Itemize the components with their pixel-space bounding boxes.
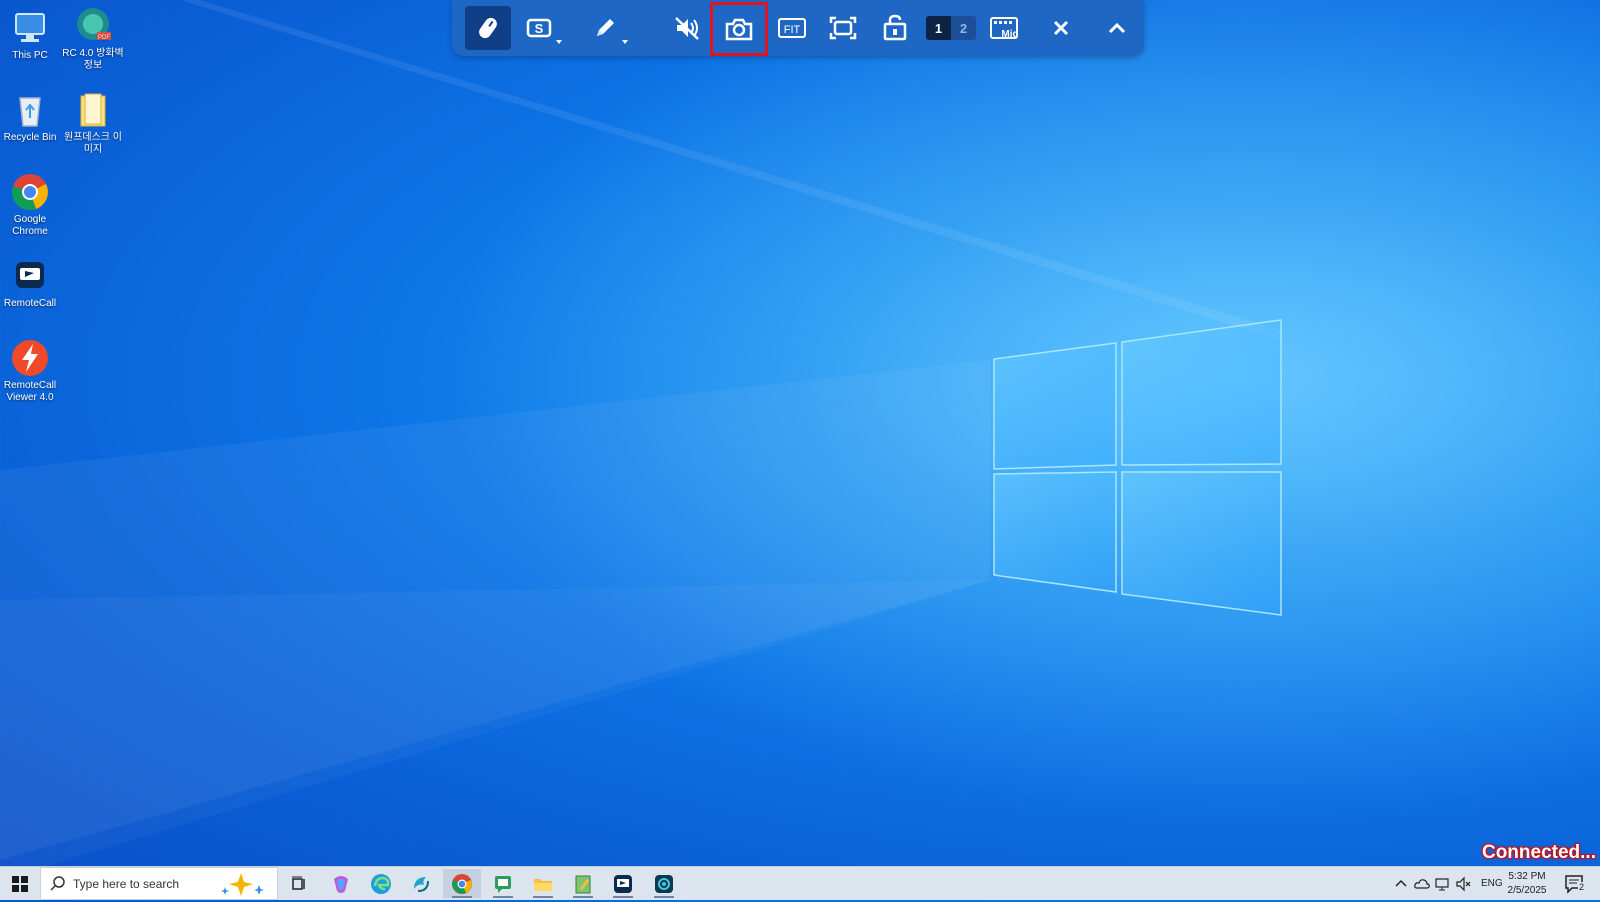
chat-app-icon bbox=[495, 875, 511, 893]
volume-muted-icon[interactable] bbox=[1455, 875, 1473, 893]
desktop-icon-label: RemoteCall Viewer 4.0 bbox=[3, 380, 57, 403]
taskbar-search-box[interactable]: Type here to search bbox=[40, 867, 278, 900]
folder-icon bbox=[73, 90, 113, 130]
notification-icon bbox=[1565, 875, 1583, 894]
screenshot-capture-button[interactable] bbox=[710, 2, 768, 56]
keyboard-mode-button[interactable]: Mid bbox=[982, 6, 1028, 50]
pen-icon bbox=[597, 19, 614, 36]
taskbar-app-chrome[interactable] bbox=[443, 869, 481, 898]
chevron-up-icon bbox=[1108, 22, 1126, 34]
remotecall-icon bbox=[10, 256, 50, 296]
remote-toolbar: S FIT 1 2 Mid bbox=[452, 0, 1144, 56]
mouse-control-button[interactable] bbox=[465, 6, 511, 50]
copilot-sparkle-icon bbox=[221, 873, 264, 896]
fit-icon: FIT bbox=[778, 18, 806, 38]
chrome-icon bbox=[452, 873, 472, 894]
remotecall-icon bbox=[614, 874, 632, 893]
dropdown-caret-icon bbox=[556, 40, 562, 44]
desktop-icon-recycle-bin[interactable]: Recycle Bin bbox=[0, 90, 62, 144]
desktop-icon-rc-pdf[interactable]: PDF RC 4.0 방화벽 정보 bbox=[61, 6, 125, 72]
fullscreen-icon bbox=[829, 16, 857, 40]
close-icon bbox=[1053, 20, 1069, 36]
taskbar-app-remotecall[interactable] bbox=[604, 869, 642, 898]
taskbar-app-edge[interactable] bbox=[362, 869, 400, 898]
close-session-button[interactable] bbox=[1038, 6, 1084, 50]
keyboard-s-icon: S bbox=[526, 18, 552, 38]
notification-center-button[interactable]: 2 bbox=[1562, 871, 1590, 897]
desktop-icon-label: 원프데스크 이미지 bbox=[64, 132, 122, 155]
keyboard-shortcut-button[interactable]: S bbox=[516, 6, 562, 50]
collapse-toolbar-button[interactable] bbox=[1094, 6, 1140, 50]
speaker-muted-icon bbox=[675, 17, 699, 40]
swirl-app-icon bbox=[414, 876, 429, 892]
windows-start-icon bbox=[12, 875, 28, 892]
keyboard-mode-label: Mid bbox=[1001, 29, 1018, 40]
monitor-1-option[interactable]: 1 bbox=[926, 16, 951, 40]
onedrive-cloud-icon[interactable] bbox=[1413, 875, 1431, 893]
svg-text:S: S bbox=[535, 21, 544, 36]
svg-text:PDF: PDF bbox=[98, 35, 110, 41]
taskbar-app-chat[interactable] bbox=[484, 869, 522, 898]
network-icon[interactable] bbox=[1434, 875, 1452, 893]
search-placeholder: Type here to search bbox=[73, 877, 180, 891]
clock-time: 5:32 PM bbox=[1508, 871, 1546, 882]
pdf-file-icon: PDF bbox=[73, 6, 113, 46]
desktop-icon-chrome[interactable]: Google Chrome bbox=[0, 172, 62, 238]
draw-pen-button[interactable] bbox=[582, 6, 628, 50]
taskbar-app-file-explorer[interactable] bbox=[524, 869, 562, 898]
lock-input-button[interactable] bbox=[872, 6, 918, 50]
camera-icon bbox=[725, 18, 753, 41]
notepad-icon bbox=[575, 875, 591, 893]
sound-mute-button[interactable] bbox=[664, 6, 710, 50]
taskbar-app-remotecall-agent[interactable] bbox=[402, 869, 440, 898]
search-icon bbox=[50, 876, 65, 891]
desktop-icon-label: RC 4.0 방화벽 정보 bbox=[62, 48, 124, 71]
chrome-icon bbox=[10, 172, 50, 212]
keyboard-icon: Mid bbox=[990, 17, 1019, 40]
clock-date: 2/5/2025 bbox=[1507, 885, 1547, 896]
taskbar-app-remotecall-viewer[interactable] bbox=[645, 869, 683, 898]
taskbar-clock[interactable]: 5:32 PM 2/5/2025 bbox=[1496, 870, 1558, 898]
desktop-icon-remotecall[interactable]: RemoteCall bbox=[0, 256, 62, 310]
fit-label: FIT bbox=[784, 24, 801, 36]
start-button[interactable] bbox=[0, 867, 40, 900]
viewer-app-icon bbox=[655, 874, 673, 893]
task-view-button[interactable] bbox=[280, 869, 318, 898]
desktop-wallpaper bbox=[0, 0, 1600, 899]
desktop-icon-folder[interactable]: 원프데스크 이미지 bbox=[61, 90, 125, 156]
folder-icon bbox=[534, 878, 552, 891]
mouse-icon bbox=[479, 17, 497, 39]
unlock-icon bbox=[883, 14, 907, 41]
full-screen-button[interactable] bbox=[820, 6, 866, 50]
fit-screen-button[interactable]: FIT bbox=[769, 6, 815, 50]
show-hidden-icons-chevron-up-icon[interactable] bbox=[1392, 875, 1410, 893]
desktop-icon-label: RemoteCall bbox=[3, 298, 57, 309]
dropdown-caret-icon bbox=[622, 40, 628, 44]
taskbar-app-notepad[interactable] bbox=[564, 869, 602, 898]
remotecall-viewer-icon bbox=[10, 338, 50, 378]
taskbar-app-copilot[interactable] bbox=[322, 869, 360, 898]
notification-count-badge: 2 bbox=[1578, 882, 1586, 892]
monitor-select[interactable]: 1 2 bbox=[923, 6, 979, 50]
desktop-icon-remotecall-viewer[interactable]: RemoteCall Viewer 4.0 bbox=[0, 338, 62, 404]
desktop-icon-label: Google Chrome bbox=[12, 214, 48, 237]
desktop-icon-this-pc[interactable]: This PC bbox=[0, 8, 62, 62]
this-pc-icon bbox=[10, 8, 50, 48]
monitor-2-option[interactable]: 2 bbox=[951, 16, 976, 40]
desktop-icon-label: Recycle Bin bbox=[3, 132, 57, 143]
recycle-bin-icon bbox=[10, 90, 50, 130]
copilot-icon bbox=[334, 875, 348, 893]
system-tray: ENG bbox=[1392, 867, 1503, 900]
desktop-icon-label: This PC bbox=[12, 50, 48, 61]
connection-status: Connected... bbox=[1481, 842, 1596, 863]
task-view-icon bbox=[292, 876, 305, 890]
taskbar: Type here to search ENG 5:32 PM 2/5/2025… bbox=[0, 866, 1600, 900]
edge-icon bbox=[371, 873, 391, 894]
